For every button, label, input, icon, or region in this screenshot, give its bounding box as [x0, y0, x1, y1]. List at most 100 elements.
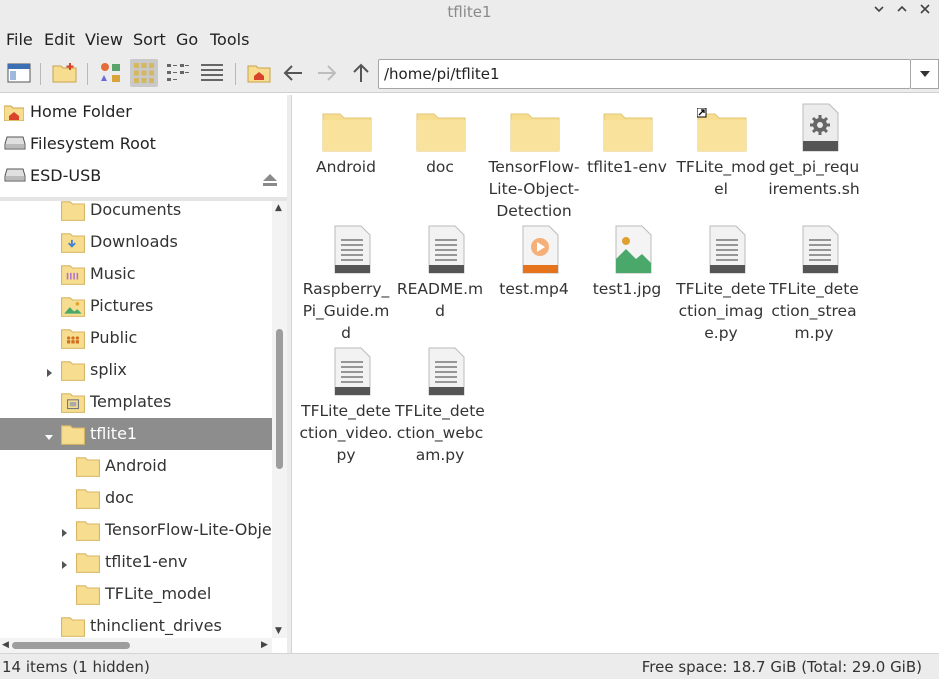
list-view-icon: [201, 64, 223, 81]
file-item[interactable]: TFLite_model: [674, 100, 768, 220]
file-name: doc: [426, 158, 454, 176]
up-button[interactable]: [347, 59, 375, 87]
file-name: TFLite_detection_webcam.py: [395, 402, 485, 464]
file-item[interactable]: tflite1-env: [580, 100, 674, 220]
file-item[interactable]: README.md: [393, 222, 487, 342]
tree-item-android[interactable]: Android: [0, 450, 272, 482]
scrollbar-thumb[interactable]: [12, 642, 130, 649]
folder-link-icon: [696, 107, 747, 156]
tree-item-label: Templates: [90, 392, 172, 411]
file-item[interactable]: TFLite_detection_video.py: [299, 344, 393, 464]
tree-item-label: Android: [105, 456, 167, 475]
place-label: Home Folder: [30, 102, 132, 121]
tree-item-tflite1-env[interactable]: tflite1-env: [0, 546, 272, 578]
new-folder-button[interactable]: [51, 59, 79, 87]
expander-collapsed-icon[interactable]: [59, 556, 69, 569]
file-item[interactable]: TFLite_detection_image.py: [674, 222, 768, 342]
tree-vertical-scrollbar[interactable]: ▲ ▼: [272, 201, 287, 638]
tree-item-label: tflite1-env: [105, 552, 188, 571]
minimize-button[interactable]: [870, 3, 888, 21]
expander-expanded-icon[interactable]: [44, 428, 54, 440]
menu-go[interactable]: Go: [176, 30, 198, 49]
text-file-icon: [327, 347, 377, 396]
forward-button[interactable]: [313, 59, 341, 87]
new-window-button[interactable]: [5, 59, 33, 87]
file-item[interactable]: Raspberry_Pi_Guide.md: [299, 222, 393, 342]
close-button[interactable]: [916, 3, 934, 21]
tree-item-label: Documents: [90, 201, 182, 219]
directory-tree: Documents Downloads Music Pictures Public spl…: [0, 201, 272, 638]
folder-icon: [76, 519, 100, 545]
file-name: README.md: [396, 280, 484, 320]
file-item[interactable]: Android: [299, 100, 393, 220]
tree-item-music[interactable]: Music: [0, 258, 272, 290]
home-button[interactable]: [245, 59, 273, 87]
text-file-icon: [702, 225, 752, 274]
folder-icon: [416, 108, 466, 156]
tree-item-tensorflow-lite-object[interactable]: TensorFlow-Lite-Object-: [0, 514, 272, 546]
tree-item-label: splix: [90, 360, 127, 379]
scroll-up-arrow-icon[interactable]: ▲: [275, 203, 282, 213]
file-name: test.mp4: [499, 280, 569, 298]
location-dropdown-button[interactable]: [911, 59, 939, 89]
file-item[interactable]: TensorFlow-Lite-Object-Detection-...: [487, 100, 581, 242]
usb-drive-icon: [4, 168, 26, 186]
tree-item-label: Music: [90, 264, 136, 283]
menu-edit[interactable]: Edit: [44, 30, 75, 49]
tree-item-downloads[interactable]: Downloads: [0, 226, 272, 258]
file-item[interactable]: test.mp4: [487, 222, 581, 342]
tree-item-pictures[interactable]: Pictures: [0, 290, 272, 322]
file-name: Android: [316, 158, 376, 176]
file-item[interactable]: test1.jpg: [580, 222, 674, 342]
folder-icon: [76, 551, 100, 577]
place-home-folder[interactable]: Home Folder: [0, 96, 287, 128]
file-name: test1.jpg: [592, 280, 662, 298]
expander-collapsed-icon[interactable]: [44, 364, 54, 377]
back-button[interactable]: [279, 59, 307, 87]
thumbnail-view-button[interactable]: [97, 59, 125, 87]
close-icon: [920, 4, 930, 14]
icon-view-button[interactable]: [130, 59, 158, 87]
toolbar-separator: [40, 63, 41, 85]
status-bar: 14 items (1 hidden) Free space: 18.7 GiB…: [0, 653, 939, 679]
compact-view-button[interactable]: [164, 59, 192, 87]
tree-item-thinclient-drives[interactable]: thinclient_drives: [0, 610, 272, 638]
tree-horizontal-scrollbar[interactable]: ◀ ▶: [0, 638, 272, 653]
scroll-down-arrow-icon[interactable]: ▼: [275, 626, 282, 636]
tree-item-public[interactable]: Public: [0, 322, 272, 354]
list-view-button[interactable]: [198, 59, 226, 87]
maximize-button[interactable]: [893, 3, 911, 21]
public-folder-icon: [61, 327, 85, 353]
tree-item-templates[interactable]: Templates: [0, 386, 272, 418]
tree-item-tflite-model[interactable]: TFLite_model: [0, 578, 272, 610]
menu-file[interactable]: File: [6, 30, 33, 49]
folder-icon: [61, 359, 85, 385]
tree-item-label: TensorFlow-Lite-Object-: [105, 520, 272, 539]
tree-item-documents[interactable]: Documents: [0, 201, 272, 226]
templates-folder-icon: [61, 391, 85, 417]
toolbar-separator: [235, 63, 236, 85]
file-item[interactable]: TFLite_detection_stream.py: [767, 222, 861, 342]
location-bar[interactable]: [378, 59, 911, 89]
tree-item-splix[interactable]: splix: [0, 354, 272, 386]
scroll-right-arrow-icon[interactable]: ▶: [261, 640, 268, 650]
expander-collapsed-icon[interactable]: [59, 524, 69, 537]
scrollbar-thumb[interactable]: [276, 329, 283, 469]
place-filesystem-root[interactable]: Filesystem Root: [0, 128, 287, 160]
file-item[interactable]: TFLite_detection_webcam.py: [393, 344, 487, 464]
new-window-icon: [7, 63, 31, 83]
tree-item-tflite1[interactable]: tflite1: [0, 418, 272, 450]
menu-sort[interactable]: Sort: [133, 30, 166, 49]
shell-script-icon: [795, 103, 845, 152]
place-esd-usb[interactable]: ESD-USB: [0, 160, 287, 192]
tree-item-label: Public: [90, 328, 138, 347]
eject-icon[interactable]: [263, 172, 277, 190]
tree-item-label: doc: [105, 488, 134, 507]
scroll-left-arrow-icon[interactable]: ◀: [2, 640, 9, 650]
file-item[interactable]: get_pi_requirements.sh: [767, 100, 861, 220]
tree-item-doc[interactable]: doc: [0, 482, 272, 514]
menu-view[interactable]: View: [85, 30, 123, 49]
menu-tools[interactable]: Tools: [210, 30, 249, 49]
path-input[interactable]: [379, 60, 910, 88]
file-item[interactable]: doc: [393, 100, 487, 220]
